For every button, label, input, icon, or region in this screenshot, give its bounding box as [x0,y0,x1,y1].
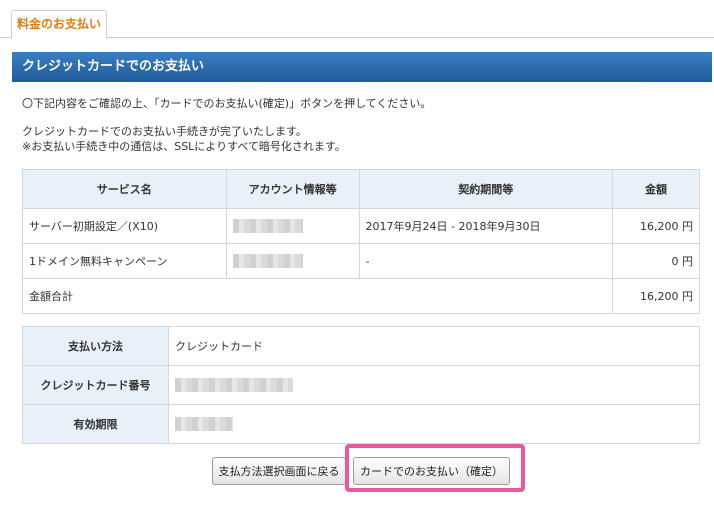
redacted-account [232,219,303,233]
service-name: サーバー初期設定／(X10) [22,208,227,244]
contract-period: 2017年9月24日 - 2018年9月30日 [358,208,614,244]
payment-method-value: クレジットカード [168,326,700,366]
completion-note: クレジットカードでのお支払い手続きが完了いたします。 [22,125,307,138]
card-number-value [168,365,700,405]
account-info [225,243,360,279]
header-period: 契約期間等 [358,169,614,209]
payment-method-label: 支払い方法 [22,326,169,366]
table-row: サーバー初期設定／(X10) 2017年9月24日 - 2018年9月30日 1… [22,208,700,244]
confirm-card-payment-button[interactable]: カードでのお支払い（確定） [353,457,510,485]
card-number-label: クレジットカード番号 [22,365,169,405]
instruction-text: 〇下記内容をご確認の上、「カードでのお支払い(確定)」ボタンを押してください。 [22,97,432,110]
table-row: 1ドメイン無料キャンペーン - 0 円 [22,243,700,279]
redacted-account [232,254,303,268]
account-info [225,208,360,244]
contract-period: - [358,243,614,279]
redacted-expiry [175,417,233,431]
section-title: クレジットカードでのお支払い [12,52,712,82]
amount: 16,200 円 [612,208,700,244]
header-service: サービス名 [22,169,227,209]
total-row: 金額合計 16,200 円 [21,278,700,314]
header-amount: 金額 [612,169,700,209]
expiry-label: 有効期限 [22,404,169,444]
table-row: クレジットカード番号 [22,365,700,405]
tab-payment[interactable]: 料金のお支払い [11,10,107,39]
header-account: アカウント情報等 [225,169,360,209]
ssl-note: ※お支払い手続き中の通信は、SSLによりすべて暗号化されます。 [22,140,346,153]
total-amount: 16,200 円 [612,278,700,314]
service-name: 1ドメイン無料キャンペーン [22,243,227,279]
redacted-card-number [175,378,293,392]
back-to-payment-method-button[interactable]: 支払方法選択画面に戻る [212,457,346,485]
table-header-row: サービス名 アカウント情報等 契約期間等 金額 [22,169,700,209]
payment-info-table: 支払い方法 クレジットカード クレジットカード番号 有効期限 [22,326,700,444]
amount: 0 円 [612,243,700,279]
tab-bar: 料金のお支払い [0,0,714,39]
expiry-value [168,404,700,444]
order-summary-table: サービス名 アカウント情報等 契約期間等 金額 サーバー初期設定／(X10) 2… [21,169,700,314]
table-row: 支払い方法 クレジットカード [22,326,700,366]
total-label: 金額合計 [21,278,614,314]
table-row: 有効期限 [22,404,700,444]
